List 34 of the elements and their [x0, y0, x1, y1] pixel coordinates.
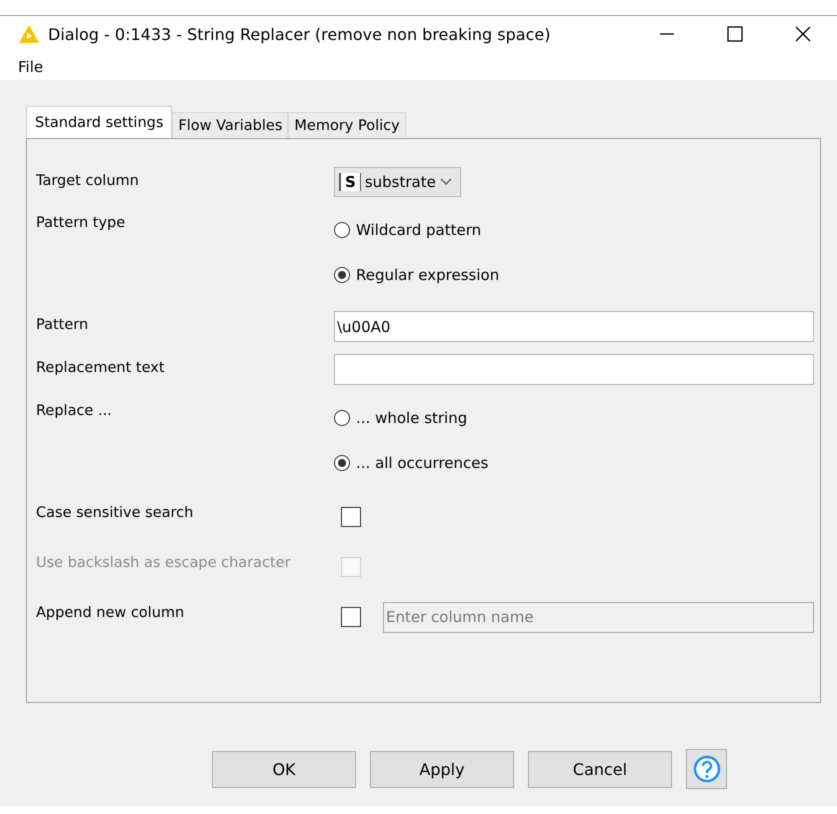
field-label: Append new column — [36, 604, 186, 623]
dialog-button[interactable]: Apply — [370, 750, 514, 788]
radio-option[interactable]: Regular expression — [334, 260, 500, 290]
help-icon — [692, 755, 720, 783]
field-label: Pattern type — [36, 214, 126, 233]
field-label: Case sensitive search — [36, 504, 194, 523]
radio-option[interactable]: Wildcard pattern — [334, 215, 482, 245]
close-icon — [795, 26, 811, 42]
chevron-down-icon — [440, 178, 452, 186]
maximize-icon — [727, 26, 743, 42]
menu-item[interactable]: File — [16, 58, 46, 76]
checkbox[interactable] — [341, 507, 361, 527]
type-badge: S — [339, 173, 361, 191]
text-field[interactable]: \u00A0 — [334, 311, 814, 342]
radio-option[interactable]: ... all occurrences — [334, 448, 488, 478]
field-label: Replacement text — [36, 359, 166, 378]
tab[interactable]: Memory Policy — [288, 112, 406, 138]
field-label: Replace ... — [36, 402, 113, 421]
field-label: Use backslash as escape character — [36, 554, 292, 573]
radio-option[interactable]: ... whole string — [334, 403, 468, 433]
help-button[interactable] — [686, 749, 727, 789]
minimize-icon — [659, 33, 675, 35]
field-label: Pattern — [36, 316, 90, 335]
checkbox[interactable] — [341, 607, 361, 627]
window-title: Dialog - 0:1433 - String Replacer (remove non breaking space) — [48, 24, 552, 44]
dialog-button[interactable]: Cancel — [528, 750, 672, 788]
text-field[interactable] — [334, 354, 814, 385]
field-label: Target column — [36, 172, 140, 191]
tab[interactable]: Standard settings — [26, 106, 172, 138]
dialog-button[interactable]: OK — [212, 750, 356, 788]
warning-triangle-icon — [18, 24, 40, 44]
column-name-field[interactable]: Enter column name — [383, 602, 814, 632]
column-dropdown[interactable]: S substrate — [334, 167, 461, 197]
tab[interactable]: Flow Variables — [172, 112, 288, 138]
